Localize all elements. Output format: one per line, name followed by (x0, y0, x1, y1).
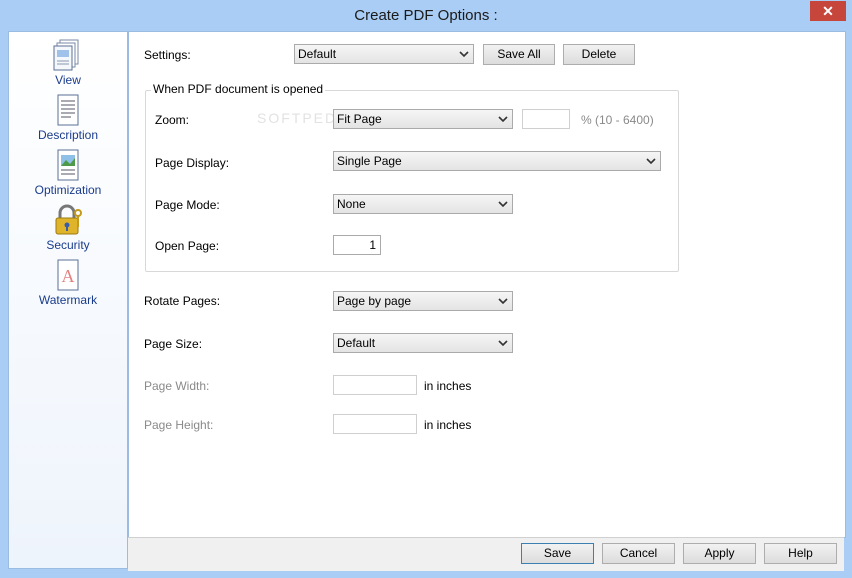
open-page-input[interactable]: 1 (333, 235, 381, 255)
optimization-image-icon (57, 149, 79, 181)
sidebar-item-label: Watermark (38, 293, 98, 307)
zoom-range-text: % (10 - 6400) (581, 113, 654, 127)
cancel-button[interactable]: Cancel (602, 543, 675, 564)
page-mode-label: Page Mode: (155, 198, 220, 212)
sidebar-item-label: Description (37, 128, 99, 142)
sidebar-item-description[interactable]: Description (9, 93, 127, 142)
sidebar-item-optimization[interactable]: Optimization (9, 148, 127, 197)
chevron-down-icon (498, 116, 508, 123)
zoom-label: Zoom: (155, 113, 190, 127)
page-display-select[interactable]: Single Page (333, 151, 661, 171)
open-page-label: Open Page: (155, 239, 220, 253)
settings-label: Settings: (144, 48, 191, 62)
sidebar-item-label: View (55, 73, 81, 87)
dialog-button-bar: Save Cancel Apply Help (128, 537, 844, 571)
options-panel: SOFTPEDIA Settings: Default Save All Del… (128, 31, 846, 538)
security-padlock-icon (55, 204, 82, 235)
sidebar-item-watermark[interactable]: A Watermark (9, 258, 127, 307)
title-bar[interactable]: Create PDF Options : ✕ (0, 0, 852, 32)
view-page-icon (53, 39, 79, 71)
close-button[interactable]: ✕ (810, 1, 846, 21)
sidebar-item-label: Security (46, 238, 90, 252)
rotate-pages-select[interactable]: Page by page (333, 291, 513, 311)
page-size-label: Page Size: (144, 337, 203, 351)
help-button[interactable]: Help (764, 543, 837, 564)
sidebar-item-label: Optimization (34, 183, 102, 197)
zoom-percent-input[interactable] (522, 109, 570, 129)
zoom-select[interactable]: Fit Page (333, 109, 513, 129)
sidebar-item-view[interactable]: View (9, 38, 127, 87)
window-title: Create PDF Options : (354, 7, 498, 24)
create-pdf-options-window: Create PDF Options : ✕ View Description … (0, 0, 852, 578)
chevron-down-icon (498, 201, 508, 208)
chevron-down-icon (646, 158, 656, 165)
page-width-label: Page Width: (144, 379, 210, 393)
group-title: When PDF document is opened (151, 82, 326, 96)
rotate-pages-label: Rotate Pages: (144, 294, 221, 308)
delete-button[interactable]: Delete (563, 44, 635, 65)
page-mode-select[interactable]: None (333, 194, 513, 214)
chevron-down-icon (498, 298, 508, 305)
zoom-value: Fit Page (337, 112, 382, 126)
save-button[interactable]: Save (521, 543, 594, 564)
options-sidebar: View Description Optimization Security A… (8, 31, 128, 569)
rotate-pages-value: Page by page (337, 294, 412, 308)
page-size-value: Default (337, 336, 376, 350)
save-all-button[interactable]: Save All (483, 44, 555, 65)
settings-select[interactable]: Default (294, 44, 474, 64)
settings-value: Default (298, 47, 337, 61)
page-height-unit: in inches (424, 418, 472, 432)
apply-button[interactable]: Apply (683, 543, 756, 564)
page-height-input[interactable] (333, 414, 417, 434)
svg-text:A: A (62, 266, 75, 286)
description-document-icon (57, 94, 79, 126)
page-size-select[interactable]: Default (333, 333, 513, 353)
page-width-unit: in inches (424, 379, 472, 393)
chevron-down-icon (459, 51, 469, 58)
page-height-label: Page Height: (144, 418, 214, 432)
page-display-label: Page Display: (155, 156, 230, 170)
chevron-down-icon (498, 340, 508, 347)
page-width-input[interactable] (333, 375, 417, 395)
watermark-icon: A (57, 259, 79, 291)
page-mode-value: None (337, 197, 366, 211)
sidebar-item-security[interactable]: Security (9, 203, 127, 252)
page-display-value: Single Page (337, 154, 402, 168)
